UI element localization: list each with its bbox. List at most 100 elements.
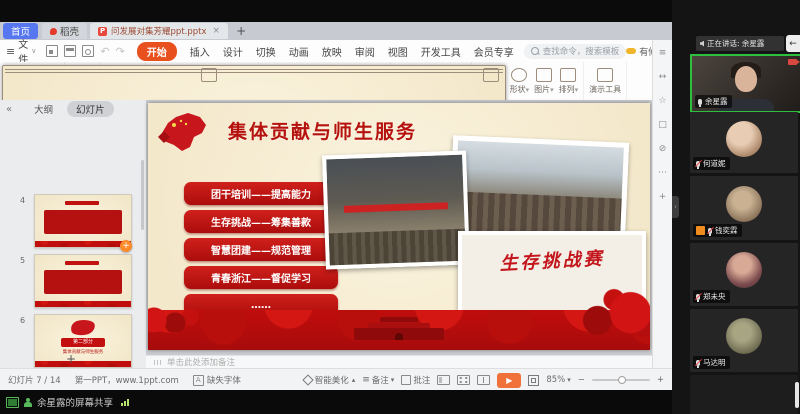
- slides-group: 新建幻灯片▾ 版式▾ 重置 节▾: [146, 62, 259, 100]
- shape-button[interactable]: 形状▾: [510, 68, 530, 95]
- arrange-icon: [560, 68, 576, 82]
- present-tool-group: 演示工具: [584, 62, 627, 100]
- window-icon[interactable]: □: [658, 120, 667, 130]
- zoom-out-button[interactable]: −: [578, 375, 585, 385]
- arrange-button[interactable]: 排列▾: [559, 68, 579, 95]
- mic-icon: [698, 99, 702, 105]
- participant-tile-2[interactable]: 何道妮: [690, 112, 798, 173]
- new-slide-button[interactable]: 新建幻灯片▾: [151, 76, 195, 87]
- photo-calligraphy-text: 生存挑战赛: [461, 242, 642, 277]
- add-slide-bottom-button[interactable]: +: [66, 352, 76, 366]
- ribbon-tab-review[interactable]: 审阅: [355, 44, 375, 59]
- notes-bar[interactable]: 单击此处添加备注: [146, 355, 652, 368]
- ribbon-tab-view[interactable]: 视图: [388, 44, 408, 59]
- flower-cluster-right: [548, 284, 650, 336]
- tab-store[interactable]: 稻壳: [42, 23, 87, 39]
- slide-bullet-2[interactable]: 生存挑战——筹集善款: [184, 210, 338, 233]
- participant-tile-1[interactable]: 余星露: [690, 54, 800, 113]
- missing-font-warning[interactable]: A 缺失字体: [193, 374, 241, 386]
- picture-icon: [536, 68, 552, 82]
- slide-photo-classroom[interactable]: [449, 135, 629, 245]
- normal-view-icon[interactable]: [437, 375, 450, 385]
- slide-thumbnail-5[interactable]: [34, 254, 132, 308]
- ellipsis-icon[interactable]: ⋯: [658, 168, 667, 178]
- zoom-in-button[interactable]: +: [657, 375, 664, 385]
- undo-icon[interactable]: ↶: [100, 45, 109, 58]
- new-tab-button[interactable]: +: [236, 24, 246, 38]
- tab-outline[interactable]: 大纲: [34, 102, 53, 116]
- search-icon: [531, 47, 539, 55]
- slideshow-play-button[interactable]: ▶: [497, 373, 521, 388]
- template-source: 第一PPT，www.1ppt.com: [75, 374, 179, 386]
- slide-title[interactable]: 集体贡献与师生服务: [228, 117, 417, 144]
- participant-tile-5[interactable]: 马达明: [690, 309, 798, 372]
- tab-document[interactable]: P 问发展对集芳耀ppt.pptx ×: [90, 23, 228, 39]
- panel-collapse-handle[interactable]: ‹: [672, 196, 679, 218]
- slide-photo-auditorium[interactable]: [322, 151, 470, 270]
- fit-slide-icon[interactable]: [528, 375, 539, 386]
- tab-store-label: 稻壳: [60, 24, 79, 38]
- slide-thumbnail-4[interactable]: [34, 194, 132, 248]
- present-tool-button[interactable]: 演示工具: [589, 68, 621, 95]
- participant-tile-3[interactable]: 钱奕霖: [690, 176, 798, 240]
- notes-toggle-button[interactable]: ≡备注▾: [362, 374, 394, 386]
- conference-scrollbar[interactable]: [795, 382, 799, 408]
- mic-muted-icon: [708, 228, 712, 234]
- participant-tile-6-partial[interactable]: [690, 375, 798, 414]
- zoom-slider-knob[interactable]: [618, 376, 626, 384]
- participant-avatar: [726, 186, 762, 222]
- quick-access-toolbar: ↶ ↷: [46, 45, 124, 58]
- save-icon[interactable]: [46, 45, 58, 57]
- star-icon[interactable]: ☆: [658, 96, 666, 106]
- notes-drag-handle-icon[interactable]: [154, 360, 162, 365]
- command-search-input[interactable]: 查找命令，搜索模板: [524, 44, 627, 59]
- redo-icon[interactable]: ↷: [116, 45, 125, 58]
- collapse-panel-icon[interactable]: «: [6, 104, 12, 115]
- ribbon-tab-slideshow[interactable]: 放映: [322, 44, 342, 59]
- ribbon-tab-design[interactable]: 设计: [223, 44, 243, 59]
- collapse-panel-button[interactable]: ←: [786, 35, 800, 52]
- participant-name: 何道妮: [703, 158, 726, 169]
- right-sidebar-strip: ≡ ↔ ☆ □ ⊘ ⋯ +: [652, 40, 672, 368]
- ribbon-tab-home[interactable]: 开始: [137, 42, 177, 61]
- zoom-slider[interactable]: [592, 379, 650, 381]
- ribbon-tab-transition[interactable]: 切换: [256, 44, 276, 59]
- print-icon[interactable]: [64, 45, 76, 57]
- ribbon-tab-member[interactable]: 会员专享: [474, 44, 514, 59]
- slide-bullet-3[interactable]: 智慧团建——规范管理: [184, 238, 338, 261]
- mic-muted-icon: [696, 161, 700, 167]
- comments-button[interactable]: 批注: [401, 374, 430, 386]
- smart-beautify-button[interactable]: 智能美化▴: [304, 374, 356, 386]
- tab-slides[interactable]: 幻灯片: [67, 101, 114, 117]
- picture-button[interactable]: 图片▾: [534, 68, 554, 95]
- ribbon-tab-animation[interactable]: 动画: [289, 44, 309, 59]
- slide-canvas[interactable]: 集体贡献与师生服务 团干培训——提高能力 生存挑战——筹集善款 智慧团建——规范…: [148, 103, 650, 350]
- reading-view-icon[interactable]: [477, 375, 490, 385]
- statusbar-right: 智能美化▴ ≡备注▾ 批注 ▶ 85%▾ − +: [304, 373, 664, 388]
- swap-icon[interactable]: ↔: [659, 72, 667, 82]
- panel-scrollbar[interactable]: [141, 160, 144, 230]
- thumb-decor-band: [35, 241, 131, 247]
- zoom-level[interactable]: 85%▾: [546, 375, 570, 385]
- participant-tile-4[interactable]: 郑未央: [690, 243, 798, 306]
- slide-bullet-1[interactable]: 团干培训——提高能力: [184, 182, 338, 205]
- add-slide-between-button[interactable]: +: [120, 240, 132, 252]
- screen: 首页 稻壳 P 问发展对集芳耀ppt.pptx × + ≡ 文件 ∨: [0, 0, 800, 414]
- help-icon[interactable]: ⊘: [659, 144, 667, 154]
- slide-thumbnail-6[interactable]: 第二部分 集体贡献与师生服务: [34, 314, 132, 368]
- plus-icon[interactable]: +: [659, 192, 667, 202]
- thumb-china-map: [70, 318, 96, 336]
- notes-placeholder: 单击此处添加备注: [167, 356, 235, 368]
- ribbon-tab-devtools[interactable]: 开发工具: [421, 44, 461, 59]
- panel-list-icon[interactable]: ≡: [659, 48, 667, 58]
- thumb-title-block: [65, 201, 99, 205]
- slide-bullet-4[interactable]: 青春浙江——督促学习: [184, 266, 338, 289]
- ribbon-tab-insert[interactable]: 插入: [190, 44, 210, 59]
- thumb-number: 5: [20, 256, 25, 265]
- slide-sorter-view-icon[interactable]: [457, 375, 470, 385]
- close-tab-icon[interactable]: ×: [213, 26, 221, 36]
- status-bar: 幻灯片 7 / 14 第一PPT，www.1ppt.com A 缺失字体 智能美…: [0, 368, 672, 390]
- tab-bar: 首页 稻壳 P 问发展对集芳耀ppt.pptx × +: [0, 22, 672, 40]
- ribbon-tabs: 开始 插入 设计 切换 动画 放映 审阅 视图 开发工具 会员专享: [137, 42, 514, 61]
- preview-icon[interactable]: [82, 45, 94, 57]
